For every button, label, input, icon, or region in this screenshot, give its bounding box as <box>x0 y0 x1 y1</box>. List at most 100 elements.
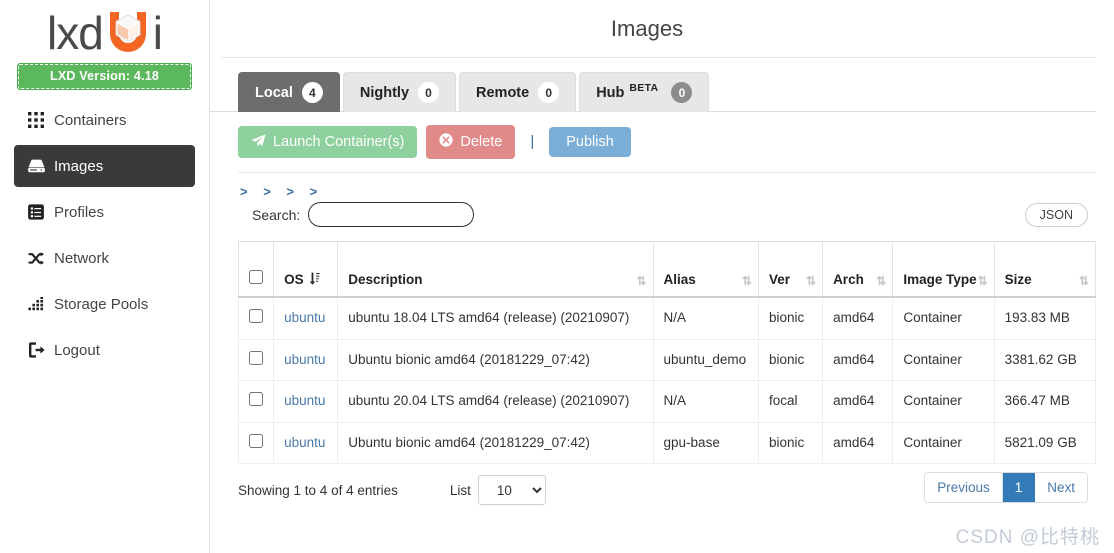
row-checkbox[interactable] <box>249 309 263 323</box>
images-table-container: OS Description ⇅ Alias ⇅ Ver ⇅ Arch ⇅ Im… <box>210 231 1114 465</box>
table-row[interactable]: ubuntu ubuntu 18.04 LTS amd64 (release) … <box>237 296 1097 340</box>
th-arch-label: Arch <box>833 272 864 287</box>
table-row[interactable]: ubuntu Ubuntu bionic amd64 (20181229_07:… <box>237 421 1097 465</box>
th-os-label: OS <box>284 272 304 287</box>
sidebar-item-profiles[interactable]: Profiles <box>14 191 195 233</box>
tab-nightly[interactable]: Nightly 0 <box>342 72 457 112</box>
images-table-head: OS Description ⇅ Alias ⇅ Ver ⇅ Arch ⇅ Im… <box>237 240 1097 298</box>
cell-alias: gpu-base <box>652 421 759 465</box>
sidebar-nav: Containers Images Profiles Network Stora… <box>0 99 209 371</box>
os-link[interactable]: ubuntu <box>284 393 325 408</box>
table-row[interactable]: ubuntu Ubuntu bionic amd64 (20181229_07:… <box>237 338 1097 382</box>
os-link[interactable]: ubuntu <box>284 352 325 367</box>
pagination-next[interactable]: Next <box>1035 473 1087 503</box>
list-length-label: List <box>449 482 471 498</box>
tab-label: Hub <box>596 84 625 101</box>
os-link[interactable]: ubuntu <box>284 310 325 325</box>
circle-times-icon <box>439 133 453 151</box>
th-size-label: Size <box>1004 272 1032 287</box>
th-alias[interactable]: Alias ⇅ <box>652 240 759 298</box>
cell-description: ubuntu 18.04 LTS amd64 (release) (202109… <box>337 296 654 340</box>
table-row[interactable]: ubuntu ubuntu 20.04 LTS amd64 (release) … <box>237 380 1097 423</box>
list-length-select[interactable]: 10 25 50 100 <box>477 475 546 506</box>
th-ver-label: Ver <box>768 272 790 287</box>
row-checkbox[interactable] <box>249 392 263 407</box>
search-label: Search: <box>252 206 301 223</box>
grid-icon <box>28 112 54 128</box>
page-title: Images <box>610 15 684 41</box>
delete-button[interactable]: Delete <box>426 125 516 159</box>
cell-size: 5821.09 GB <box>993 421 1097 465</box>
sidebar-item-network[interactable]: Network <box>14 237 195 279</box>
logout-icon <box>28 342 54 358</box>
entries-info: Showing 1 to 4 of 4 entries <box>238 482 398 498</box>
images-table-body: ubuntu ubuntu 18.04 LTS amd64 (release) … <box>237 296 1097 465</box>
cell-ver: bionic <box>757 338 824 382</box>
cell-arch: amd64 <box>822 296 894 340</box>
cell-size: 366.47 MB <box>993 380 1097 423</box>
row-checkbox[interactable] <box>249 350 263 365</box>
json-button[interactable]: JSON <box>1024 202 1088 227</box>
sort-both-icon: ⇅ <box>876 274 886 288</box>
launch-containers-button[interactable]: Launch Container(s) <box>238 125 418 158</box>
th-arch[interactable]: Arch ⇅ <box>822 240 894 298</box>
row-select-cell[interactable] <box>237 380 275 423</box>
th-description-label: Description <box>348 272 423 287</box>
cell-os: ubuntu <box>273 421 339 465</box>
publish-button[interactable]: Publish <box>549 126 631 157</box>
delete-label: Delete <box>460 133 503 150</box>
row-select-cell[interactable] <box>237 296 275 340</box>
sort-both-icon: ⇅ <box>636 274 646 288</box>
logo-text-right: i <box>152 7 163 59</box>
action-toolbar: Launch Container(s) Delete | Publish <box>210 112 1114 159</box>
cell-description: ubuntu 20.04 LTS amd64 (release) (202109… <box>337 380 654 423</box>
search-input[interactable] <box>308 202 475 227</box>
cell-os: ubuntu <box>273 296 339 340</box>
th-description[interactable]: Description ⇅ <box>337 240 654 298</box>
cell-description: Ubuntu bionic amd64 (20181229_07:42) <box>337 338 654 382</box>
os-link[interactable]: ubuntu <box>284 435 325 450</box>
cell-arch: amd64 <box>822 338 894 382</box>
images-table: OS Description ⇅ Alias ⇅ Ver ⇅ Arch ⇅ Im… <box>237 240 1097 465</box>
table-footer: Showing 1 to 4 of 4 entries List 10 25 5… <box>210 464 1114 506</box>
tab-count-badge: 0 <box>538 82 560 103</box>
sidebar-item-images[interactable]: Images <box>14 145 195 187</box>
list-alt-icon <box>28 204 54 220</box>
main-content: Images Local 4 Nightly 0 Remote 0 Hub BE… <box>210 0 1114 553</box>
select-all-checkbox[interactable] <box>249 270 263 284</box>
signal-bars-icon <box>28 296 54 312</box>
pagination-previous[interactable]: Previous <box>925 473 1003 503</box>
th-os[interactable]: OS <box>273 240 339 298</box>
th-alias-label: Alias <box>663 272 696 287</box>
sidebar-item-label: Logout <box>54 341 100 359</box>
row-select-cell[interactable] <box>237 421 275 465</box>
row-checkbox[interactable] <box>249 433 263 448</box>
cell-image-type: Container <box>892 296 995 340</box>
cell-image-type: Container <box>892 421 995 465</box>
sort-both-icon: ⇅ <box>741 274 752 288</box>
shuffle-icon <box>28 251 54 266</box>
tab-remote[interactable]: Remote 0 <box>459 72 577 112</box>
sidebar: lxd i LXD Version: 4.18 Containers Image… <box>0 0 210 553</box>
sidebar-item-logout[interactable]: Logout <box>14 329 195 371</box>
sort-both-icon: ⇅ <box>1078 274 1089 288</box>
tab-label: Remote <box>476 84 530 101</box>
th-image-type[interactable]: Image Type ⇅ <box>892 240 995 298</box>
th-select-all[interactable] <box>237 240 275 298</box>
th-ver[interactable]: Ver ⇅ <box>757 240 824 298</box>
th-image-type-label: Image Type <box>903 272 977 287</box>
th-size[interactable]: Size ⇅ <box>993 240 1097 298</box>
sort-both-icon: ⇅ <box>977 274 988 288</box>
row-select-cell[interactable] <box>237 338 275 382</box>
tab-hub[interactable]: Hub BETA 0 <box>579 72 710 112</box>
cell-ver: focal <box>757 380 824 423</box>
app-logo[interactable]: lxd i <box>0 0 209 62</box>
sidebar-item-storage-pools[interactable]: Storage Pools <box>14 283 195 325</box>
tab-label: Local <box>255 84 293 101</box>
toolbar-separator: | <box>530 133 535 151</box>
tab-local[interactable]: Local 4 <box>238 72 340 112</box>
breadcrumb[interactable]: > > > > <box>210 173 1114 199</box>
sidebar-item-containers[interactable]: Containers <box>14 99 195 141</box>
pagination-page-1[interactable]: 1 <box>1002 473 1036 503</box>
sort-asc-icon <box>309 272 320 287</box>
